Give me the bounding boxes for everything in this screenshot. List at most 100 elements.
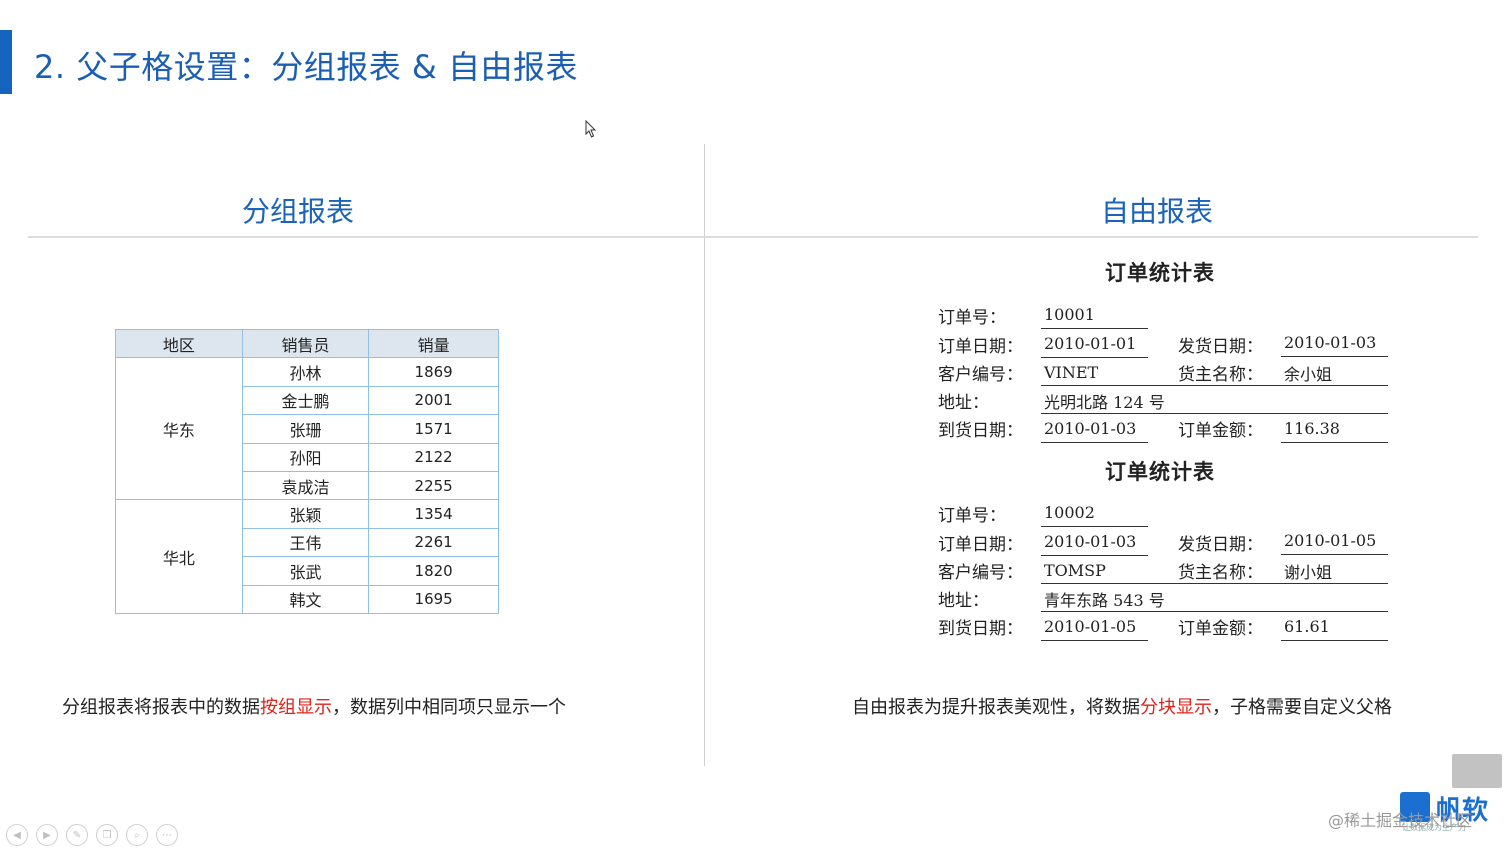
customer-no-label: 客户编号： (938, 563, 1023, 583)
watermark: @稀土掘金技术社区 (1328, 811, 1473, 830)
amount-value: 116.38 (1284, 419, 1340, 438)
caption-text: ，数据列中相同项只显示一个 (332, 697, 566, 718)
caption-text: ，子格需要自定义父格 (1212, 697, 1392, 718)
order-card-2: 订单统计表 订单号： 10002 订单日期： 2010-01-03 发货日期： … (930, 456, 1400, 646)
sales-cell: 1354 (368, 499, 499, 529)
sales-cell: 1869 (368, 357, 499, 387)
sales-cell: 2122 (368, 442, 499, 472)
address-value: 青年东路 543 号 (1044, 591, 1165, 610)
underline (1041, 357, 1148, 358)
customer-no-label: 客户编号： (938, 365, 1023, 385)
table-row: 华北 张颖 1354 (115, 499, 499, 614)
caption-highlight: 按组显示 (260, 697, 332, 718)
slide-title: 2. 父子格设置：分组报表 & 自由报表 (34, 48, 579, 86)
underline (1281, 554, 1388, 555)
ship-date-label: 发货日期： (1178, 337, 1263, 357)
arrival-date-label: 到货日期： (938, 421, 1023, 441)
header-salesperson: 销售员 (241, 328, 370, 359)
slide-player-controls: ◀ ▶ ✎ ❐ ⌕ ⋯ (6, 824, 178, 846)
ship-date-value: 2010-01-03 (1284, 333, 1377, 352)
sales-cell: 2261 (368, 527, 499, 558)
salesperson-cell: 孙阳 (241, 442, 370, 472)
sales-cell: 1571 (368, 414, 499, 444)
order-no-value: 10001 (1044, 305, 1095, 324)
order-date-value: 2010-01-01 (1044, 334, 1137, 353)
shipper-name-value: 谢小姐 (1284, 563, 1333, 582)
order-date-value: 2010-01-03 (1044, 532, 1137, 551)
group-report-caption: 分组报表将报表中的数据按组显示，数据列中相同项只显示一个 (62, 693, 566, 719)
mouse-cursor-icon (585, 120, 597, 138)
order-no-label: 订单号： (938, 308, 1006, 328)
customer-no-value: VINET (1044, 363, 1099, 382)
copy-icon[interactable]: ❐ (96, 824, 118, 846)
underline (1281, 356, 1388, 357)
card-title: 订单统计表 (1105, 459, 1215, 484)
underline (1281, 442, 1388, 443)
order-card-1: 订单统计表 订单号： 10001 订单日期： 2010-01-01 发货日期： … (930, 257, 1400, 447)
address-label: 地址： (938, 393, 989, 413)
horizontal-divider (28, 236, 1478, 238)
arrival-date-value: 2010-01-03 (1044, 419, 1137, 438)
next-icon[interactable]: ▶ (36, 824, 58, 846)
header-sales: 销量 (368, 328, 499, 359)
amount-value: 61.61 (1284, 617, 1330, 636)
table-header-row: 地区 销售员 销量 (115, 328, 499, 359)
address-value: 光明北路 124 号 (1044, 393, 1165, 412)
title-accent-bar (0, 30, 12, 94)
sales-cell: 1820 (368, 556, 499, 586)
zoom-icon[interactable]: ⌕ (126, 824, 148, 846)
card-title: 订单统计表 (1105, 260, 1215, 285)
sales-cell: 1695 (368, 584, 499, 614)
order-no-value: 10002 (1044, 503, 1095, 522)
salesperson-cell: 张武 (241, 556, 370, 586)
free-report-caption: 自由报表为提升报表美观性，将数据分块显示，子格需要自定义父格 (852, 693, 1392, 719)
salesperson-cell: 张珊 (241, 414, 370, 444)
corner-overlay (1452, 754, 1502, 788)
underline (1041, 328, 1148, 329)
pen-icon[interactable]: ✎ (66, 824, 88, 846)
customer-no-value: TOMSP (1044, 561, 1106, 580)
underline (1041, 385, 1388, 386)
salesperson-cell: 韩文 (241, 584, 370, 614)
caption-text: 分组报表将报表中的数据 (62, 697, 260, 718)
ship-date-value: 2010-01-05 (1284, 531, 1377, 550)
salesperson-cell: 金士鹏 (241, 385, 370, 416)
shipper-name-value: 余小姐 (1284, 365, 1333, 384)
caption-highlight: 分块显示 (1140, 697, 1212, 718)
group-report-table: 地区 销售员 销量 华东 孙林 1869 金士鹏 2001 张珊 1571 孙阳… (115, 328, 499, 614)
header-region: 地区 (115, 328, 243, 359)
underline (1041, 442, 1148, 443)
order-date-label: 订单日期： (938, 535, 1023, 555)
table-row: 华东 孙林 1869 (115, 357, 499, 501)
group-report-heading: 分组报表 (242, 195, 355, 228)
amount-label: 订单金额： (1178, 421, 1263, 441)
underline (1041, 611, 1388, 612)
region-cell: 华北 (115, 499, 243, 614)
underline (1041, 555, 1148, 556)
underline (1041, 640, 1148, 641)
amount-label: 订单金额： (1178, 619, 1263, 639)
more-icon[interactable]: ⋯ (156, 824, 178, 846)
underline (1041, 583, 1388, 584)
sales-cell: 2001 (368, 385, 499, 416)
order-no-label: 订单号： (938, 506, 1006, 526)
order-date-label: 订单日期： (938, 337, 1023, 357)
underline (1281, 640, 1388, 641)
arrival-date-label: 到货日期： (938, 619, 1023, 639)
arrival-date-value: 2010-01-05 (1044, 617, 1137, 636)
salesperson-cell: 袁成洁 (241, 470, 370, 501)
salesperson-cell: 张颖 (241, 499, 370, 529)
prev-icon[interactable]: ◀ (6, 824, 28, 846)
address-label: 地址： (938, 591, 989, 611)
shipper-name-label: 货主名称： (1178, 563, 1263, 583)
underline (1041, 413, 1388, 414)
shipper-name-label: 货主名称： (1178, 365, 1263, 385)
salesperson-cell: 孙林 (241, 357, 370, 387)
sales-cell: 2255 (368, 470, 499, 501)
region-cell: 华东 (115, 357, 243, 501)
salesperson-cell: 王伟 (241, 527, 370, 558)
ship-date-label: 发货日期： (1178, 535, 1263, 555)
free-report-heading: 自由报表 (1101, 195, 1214, 228)
caption-text: 自由报表为提升报表美观性，将数据 (852, 697, 1140, 718)
underline (1041, 526, 1148, 527)
